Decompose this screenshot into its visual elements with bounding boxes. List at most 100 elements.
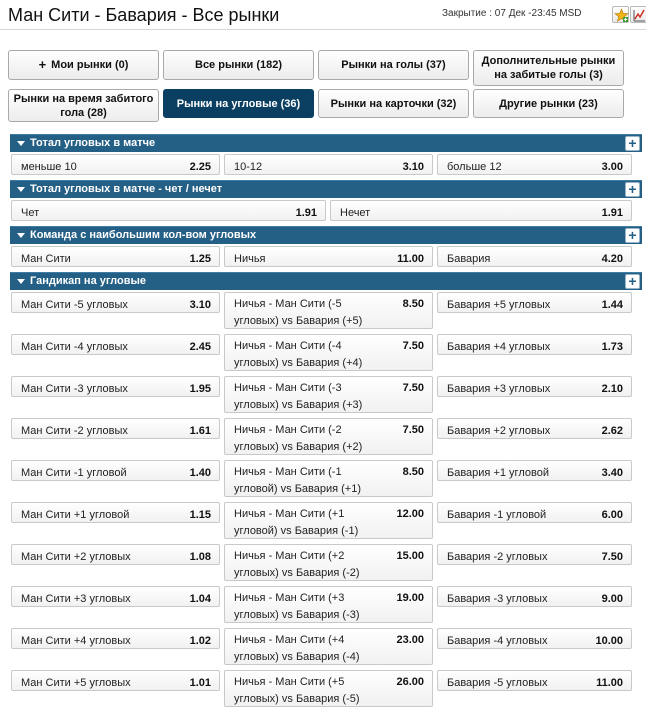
collapse-triangle-icon bbox=[17, 141, 25, 146]
odds-button[interactable]: Ман Сити -3 угловых 1.95 bbox=[11, 376, 220, 397]
selection-label: Бавария -5 угловых bbox=[447, 677, 548, 689]
tab-goal-markets[interactable]: Рынки на голы (37) bbox=[318, 50, 469, 80]
odds-price: 1.44 bbox=[601, 299, 623, 311]
odds-button[interactable]: Бавария +4 угловых 1.73 bbox=[437, 334, 632, 355]
odds-button[interactable]: Ман Сити +4 угловых 1.02 bbox=[11, 628, 220, 649]
tab-corner-markets[interactable]: Рынки на угловые (36) bbox=[163, 89, 314, 118]
odds-price: 1.01 bbox=[189, 677, 211, 689]
odds-price: 6.00 bbox=[601, 509, 623, 521]
odds-button[interactable]: Ничья - Ман Сити (+4 угловых) vs Бавария… bbox=[224, 628, 433, 665]
selection-label: Ман Сити -1 угловой bbox=[21, 467, 127, 479]
section-title: Тотал угловых в матче - чет / нечет bbox=[30, 183, 223, 195]
tab-extra-goal-markets[interactable]: Дополнительные рынки на забитые голы (3) bbox=[473, 50, 624, 86]
expand-plus-icon[interactable]: + bbox=[625, 228, 640, 243]
odds-button[interactable]: Ничья - Ман Сити (+5 угловых) vs Бавария… bbox=[224, 670, 433, 707]
odds-price: 1.25 bbox=[189, 253, 211, 265]
selection-label: Бавария +1 угловой bbox=[447, 467, 549, 479]
odds-button[interactable]: Бавария +3 угловых 2.10 bbox=[437, 376, 632, 397]
odds-price: 1.91 bbox=[601, 207, 623, 219]
odds-button[interactable]: Ман Сити +3 угловых 1.04 bbox=[11, 586, 220, 607]
odds-button[interactable]: Ничья - Ман Сити (+2 угловых) vs Бавария… bbox=[224, 544, 433, 581]
collapse-triangle-icon bbox=[17, 279, 25, 284]
odds-button[interactable]: Ман Сити -2 угловых 1.61 bbox=[11, 418, 220, 439]
expand-plus-icon[interactable]: + bbox=[625, 274, 640, 289]
selection-label: Ман Сити +2 угловых bbox=[21, 551, 131, 563]
odds-price: 1.95 bbox=[189, 383, 211, 395]
odds-button[interactable]: Ничья - Ман Сити (-4 угловых) vs Бавария… bbox=[224, 334, 433, 371]
odds-button[interactable]: Ничья - Ман Сити (-1 угловой) vs Бавария… bbox=[224, 460, 433, 497]
odds-button[interactable]: Ничья 11.00 bbox=[224, 246, 433, 267]
selection-label: Ман Сити +4 угловых bbox=[21, 635, 131, 647]
odds-price: 15.00 bbox=[396, 550, 424, 562]
odds-button[interactable]: Ман Сити -4 угловых 2.45 bbox=[11, 334, 220, 355]
odds-button[interactable]: меньше 10 2.25 bbox=[11, 154, 220, 175]
selection-label: Ничья - Ман Сити (-5 угловых) vs Бавария… bbox=[234, 298, 363, 327]
tab-my-markets[interactable]: + Мои рынки (0) bbox=[8, 50, 159, 80]
section-header-total-corners[interactable]: Тотал угловых в матче + bbox=[10, 134, 642, 152]
odds-price: 10.00 bbox=[595, 635, 623, 647]
odds-button[interactable]: Бавария +5 угловых 1.44 bbox=[437, 292, 632, 313]
odds-button[interactable]: Бавария -3 угловых 9.00 bbox=[437, 586, 632, 607]
selection-label: Бавария -4 угловых bbox=[447, 635, 548, 647]
collapse-triangle-icon bbox=[17, 187, 25, 192]
odds-button[interactable]: Ман Сити +5 угловых 1.01 bbox=[11, 670, 220, 691]
selection-label: Бавария +4 угловых bbox=[447, 341, 551, 353]
plus-icon: + bbox=[38, 57, 47, 72]
expand-plus-icon[interactable]: + bbox=[625, 136, 640, 151]
selection-label: Ничья - Ман Сити (+5 угловых) vs Бавария… bbox=[234, 676, 360, 705]
odds-button[interactable]: Ман Сити -1 угловой 1.40 bbox=[11, 460, 220, 481]
section-header-odd-even-corners[interactable]: Тотал угловых в матче - чет / нечет + bbox=[10, 180, 642, 198]
odds-button[interactable]: Бавария +1 угловой 3.40 bbox=[437, 460, 632, 481]
stats-chart-icon[interactable] bbox=[630, 6, 646, 23]
odds-button[interactable]: Бавария +2 угловых 2.62 bbox=[437, 418, 632, 439]
section-title: Тотал угловых в матче bbox=[30, 137, 156, 149]
odds-price: 2.25 bbox=[189, 161, 211, 173]
selection-label: Ничья - Ман Сити (-2 угловых) vs Бавария… bbox=[234, 424, 363, 453]
odds-button[interactable]: Бавария -2 угловых 7.50 bbox=[437, 544, 632, 565]
expand-plus-icon[interactable]: + bbox=[625, 182, 640, 197]
closing-time: Закрытие : 07 Дек -23:45 MSD bbox=[442, 8, 582, 19]
selection-label: Ничья - Ман Сити (+1 угловой) vs Бавария… bbox=[234, 508, 359, 537]
odds-button[interactable]: Ничья - Ман Сити (-5 угловых) vs Бавария… bbox=[224, 292, 433, 329]
odds-button[interactable]: Ман Сити 1.25 bbox=[11, 246, 220, 267]
section-header-corner-handicap[interactable]: Гандикап на угловые + bbox=[10, 272, 642, 290]
odds-button[interactable]: Ничья - Ман Сити (+1 угловой) vs Бавария… bbox=[224, 502, 433, 539]
odds-price: 3.10 bbox=[402, 161, 424, 173]
odds-button[interactable]: Ничья - Ман Сити (-2 угловых) vs Бавария… bbox=[224, 418, 433, 455]
odds-price: 2.62 bbox=[601, 425, 623, 437]
tab-label: Все рынки (182) bbox=[195, 59, 282, 71]
selection-label: Ман Сити +3 угловых bbox=[21, 593, 131, 605]
odds-button[interactable]: больше 12 3.00 bbox=[437, 154, 632, 175]
odds-button[interactable]: Бавария -5 угловых 11.00 bbox=[437, 670, 632, 691]
odds-button[interactable]: Ман Сити -5 угловых 3.10 bbox=[11, 292, 220, 313]
odds-button[interactable]: Чет 1.91 bbox=[11, 200, 326, 221]
selection-label: больше 12 bbox=[447, 161, 502, 173]
odds-price: 3.40 bbox=[601, 467, 623, 479]
odds-button[interactable]: 10-12 3.10 bbox=[224, 154, 433, 175]
odds-price: 26.00 bbox=[396, 676, 424, 688]
odds-button[interactable]: Бавария -1 угловой 6.00 bbox=[437, 502, 632, 523]
selection-label: Ничья - Ман Сити (+2 угловых) vs Бавария… bbox=[234, 550, 360, 579]
tab-card-markets[interactable]: Рынки на карточки (32) bbox=[318, 89, 469, 118]
tab-all-markets[interactable]: Все рынки (182) bbox=[163, 50, 314, 80]
odds-price: 2.10 bbox=[601, 383, 623, 395]
odds-button[interactable]: Ничья - Ман Сити (-3 угловых) vs Бавария… bbox=[224, 376, 433, 413]
selection-label: 10-12 bbox=[234, 161, 263, 173]
odds-button[interactable]: Ничья - Ман Сити (+3 угловых) vs Бавария… bbox=[224, 586, 433, 623]
odds-price: 7.50 bbox=[402, 424, 424, 436]
tab-label: Рынки на угловые (36) bbox=[176, 97, 301, 110]
selection-label: Ман Сити -3 угловых bbox=[21, 383, 128, 395]
star-plus-icon[interactable] bbox=[612, 6, 629, 23]
selection-label: Бавария -3 угловых bbox=[447, 593, 548, 605]
section-header-most-corners[interactable]: Команда с наибольшим кол-вом угловых + bbox=[10, 226, 642, 244]
tab-label: Рынки на карточки (32) bbox=[330, 97, 457, 110]
selection-label: Нечет bbox=[340, 207, 371, 219]
odds-button[interactable]: Ман Сити +2 угловых 1.08 bbox=[11, 544, 220, 565]
page-title: Ман Сити - Бавария - Все рынки bbox=[8, 5, 280, 25]
odds-button[interactable]: Бавария -4 угловых 10.00 bbox=[437, 628, 632, 649]
odds-button[interactable]: Бавария 4.20 bbox=[437, 246, 632, 267]
odds-button[interactable]: Ман Сити +1 угловой 1.15 bbox=[11, 502, 220, 523]
tab-goal-time-markets[interactable]: Рынки на время забитого гола (28) bbox=[8, 89, 159, 122]
tab-other-markets[interactable]: Другие рынки (23) bbox=[473, 89, 624, 118]
odds-button[interactable]: Нечет 1.91 bbox=[330, 200, 632, 221]
